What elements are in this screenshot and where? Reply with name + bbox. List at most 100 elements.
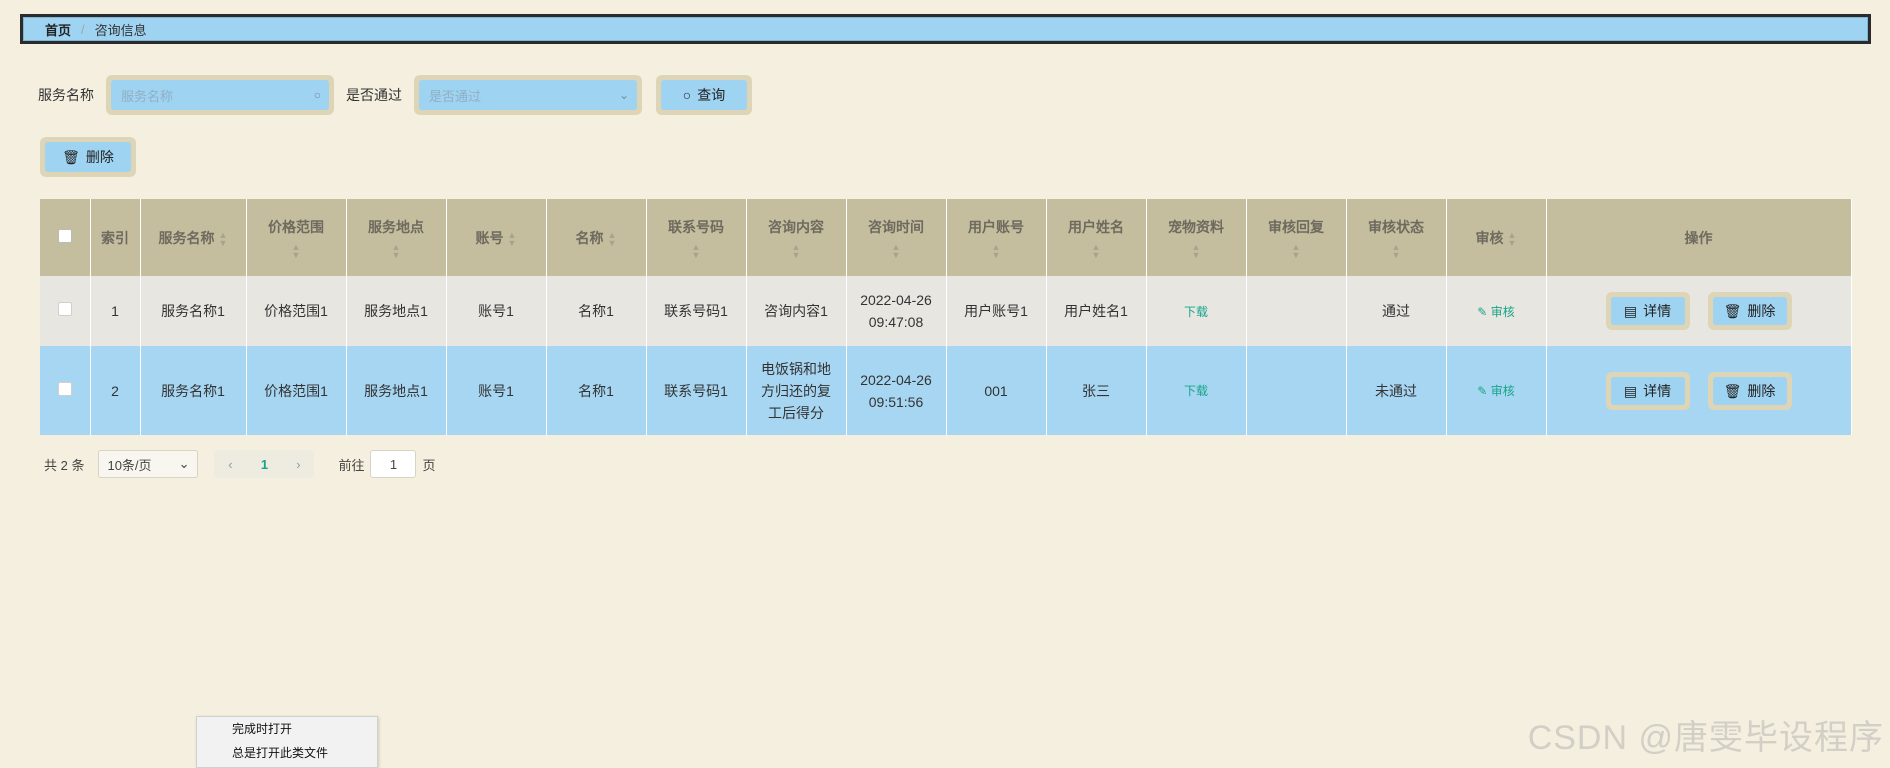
query-button-label: 查询 [697,87,726,103]
goto-page-input[interactable]: 1 [370,450,417,478]
sort-icon[interactable]: ▲ ▼ [1247,242,1346,259]
cell-reply [1246,346,1347,435]
col-status[interactable]: 审核状态 ▲ ▼ [1346,199,1447,276]
sort-icon[interactable]: ▲ ▼ [747,242,846,259]
sort-icon[interactable]: ▲ ▼ [608,230,617,247]
pet-file-download-link[interactable]: 下载 [1184,305,1208,319]
cell-price: 价格范围1 [246,276,347,346]
goto-label: 前往 [338,457,365,473]
current-page[interactable]: 1 [246,457,282,472]
row-delete-button[interactable]: 🗑 删除 [1712,376,1787,405]
pet-file-download-link[interactable]: 下载 [1184,384,1208,398]
consultation-table: 索引 服务名称 ▲ ▼ 价格范围 ▲ ▼ 服务地点 ▲ ▼ 账号 ▲ ▼ 名称 ▲ ▼ 联系号码 ▲ ▼… [40,199,1852,435]
row-delete-button[interactable]: 🗑 删除 [1712,297,1787,325]
table-row: 1 服务名称1 价格范围1 服务地点1 账号1 名称1 联系号码1 咨询内容1 … [40,276,1852,346]
cell-user-account: 001 [946,346,1047,435]
audit-link[interactable]: ✎ 审核 [1477,384,1514,398]
cell-phone: 联系号码1 [646,276,747,346]
cell-location: 服务地点1 [346,276,447,346]
breadcrumb-home[interactable]: 首页 [45,20,71,39]
total-count: 共 2 条 [44,457,85,473]
sort-icon[interactable]: ▲ ▼ [247,242,346,259]
row-checkbox[interactable] [57,381,72,396]
service-name-label: 服务名称 [38,87,94,103]
delete-button-wrap: 🗑 删除 [1707,292,1792,330]
cell-user-name: 张三 [1046,346,1147,435]
cell-location: 服务地点1 [346,346,447,435]
next-page-button[interactable]: › [282,457,314,472]
sort-icon[interactable]: ▲ ▼ [1147,242,1246,259]
detail-button-wrap: ▤ 详情 [1605,371,1690,410]
search-bar: 服务名称 服务名称 ○ 是否通过 是否通过 ⌄ ○ 查询 [38,74,752,116]
col-reply[interactable]: 审核回复 ▲ ▼ [1246,199,1347,276]
col-price[interactable]: 价格范围 ▲ ▼ [246,199,347,276]
col-user-account[interactable]: 用户账号 ▲ ▼ [946,199,1047,276]
prev-page-button[interactable]: ‹ [214,457,246,472]
service-name-input[interactable]: 服务名称 ○ [111,80,329,110]
cell-content: 电饭锅和地方归还的复工后得分 [746,346,847,435]
cell-index: 1 [90,276,141,346]
sort-icon[interactable]: ▲ ▼ [947,242,1046,259]
cell-name: 名称1 [546,346,647,435]
cell-user-account: 用户账号1 [946,276,1047,346]
select-all-checkbox[interactable] [57,229,72,243]
edit-icon: ✎ [1477,384,1488,398]
audit-link[interactable]: ✎ 审核 [1477,305,1514,319]
sort-icon[interactable]: ▲ ▼ [219,230,228,247]
col-user-name[interactable]: 用户姓名 ▲ ▼ [1046,199,1147,276]
watermark: CSDN @唐雯毕设程序 [1527,719,1884,757]
cell-actions: ▤ 详情 🗑 删除 [1546,276,1852,346]
col-time[interactable]: 咨询时间 ▲ ▼ [846,199,947,276]
cell-service: 服务名称1 [140,276,247,346]
sort-icon[interactable]: ▲ ▼ [347,242,446,259]
table-header-row: 索引 服务名称 ▲ ▼ 价格范围 ▲ ▼ 服务地点 ▲ ▼ 账号 ▲ ▼ 名称 ▲ ▼ 联系号码 ▲ ▼… [40,199,1852,276]
menu-item-open-when-done[interactable]: 完成时打开 [197,717,377,741]
sort-icon[interactable]: ▲ ▼ [1047,242,1146,259]
menu-item-always-open[interactable]: 总是打开此类文件 [197,741,377,765]
col-content[interactable]: 咨询内容 ▲ ▼ [746,199,847,276]
chevron-down-icon: ⌄ [618,88,629,102]
chevron-down-icon: ⌄ [178,456,190,471]
passed-select-wrap: 是否通过 ⌄ [414,75,642,115]
page-suffix: 页 [422,457,436,473]
cell-account: 账号1 [446,276,547,346]
batch-delete-button[interactable]: 🗑 删除 [45,142,131,172]
search-icon: ○ [313,88,321,102]
detail-button[interactable]: ▤ 详情 [1610,376,1685,405]
passed-select[interactable]: 是否通过 ⌄ [419,80,637,110]
cell-account: 账号1 [446,346,547,435]
cell-service: 服务名称1 [140,346,247,435]
sort-icon[interactable]: ▲ ▼ [1508,230,1517,247]
row-checkbox[interactable] [57,302,72,316]
query-button[interactable]: ○ 查询 [661,80,747,110]
cell-time: 2022-04-26 09:51:56 [846,346,947,435]
cell-actions: ▤ 详情 🗑 删除 [1546,346,1852,435]
page-nav: ‹ 1 › [214,450,315,478]
table-row: 2 服务名称1 价格范围1 服务地点1 账号1 名称1 联系号码1 电饭锅和地方… [40,346,1852,435]
page-size-select[interactable]: 10条/页 ⌄ [98,450,199,478]
detail-button[interactable]: ▤ 详情 [1610,297,1685,325]
sort-icon[interactable]: ▲ ▼ [1347,242,1446,259]
col-account[interactable]: 账号 ▲ ▼ [446,199,547,276]
passed-label: 是否通过 [346,87,402,103]
page-size-value: 10条/页 [107,457,152,473]
col-phone[interactable]: 联系号码 ▲ ▼ [646,199,747,276]
col-service[interactable]: 服务名称 ▲ ▼ [140,199,247,276]
breadcrumb-separator: / [81,21,85,37]
service-name-placeholder: 服务名称 [121,88,174,104]
sort-icon[interactable]: ▲ ▼ [847,242,946,259]
delete-button-wrap: 🗑 删除 [1707,371,1792,410]
service-name-field-wrap: 服务名称 ○ [106,75,334,115]
col-pet-file[interactable]: 宠物资料 ▲ ▼ [1146,199,1247,276]
passed-placeholder: 是否通过 [429,88,482,104]
cell-price: 价格范围1 [246,346,347,435]
sort-icon[interactable]: ▲ ▼ [508,230,517,247]
cell-status: 未通过 [1346,346,1447,435]
col-actions: 操作 [1546,199,1852,276]
sort-icon[interactable]: ▲ ▼ [647,242,746,259]
col-name[interactable]: 名称 ▲ ▼ [546,199,647,276]
batch-delete-label: 删除 [85,149,114,165]
trash-icon: 🗑 [62,148,80,165]
col-audit[interactable]: 审核 ▲ ▼ [1446,199,1547,276]
col-location[interactable]: 服务地点 ▲ ▼ [346,199,447,276]
